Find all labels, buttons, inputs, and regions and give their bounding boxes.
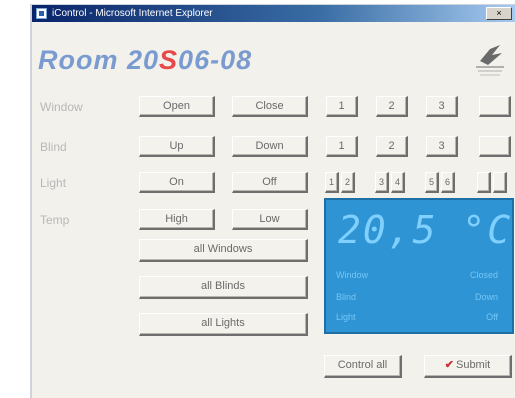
blind-down-button[interactable]: Down	[232, 136, 308, 157]
title-bar: iControl - Microsoft Internet Explorer ×	[32, 5, 515, 22]
blind-slot-4-button[interactable]	[479, 136, 511, 157]
light-on-button[interactable]: On	[139, 172, 215, 193]
blind-row-label: Blind	[40, 140, 67, 154]
light-slot-5-button[interactable]: 5	[425, 172, 439, 193]
all-blinds-button[interactable]: all Blinds	[139, 276, 308, 299]
temperature-readout: 20,5 °C	[338, 208, 513, 252]
display-light-label: Light	[336, 312, 356, 322]
display-blind-label: Blind	[336, 292, 357, 302]
window-row-label: Window	[40, 100, 83, 114]
status-display: 20,5 °C Window Closed Blind Down Light O…	[324, 198, 514, 334]
room-title-suffix: 06-08	[178, 45, 253, 75]
light-slot-1-button[interactable]: 1	[325, 172, 339, 193]
light-slot-3-button[interactable]: 3	[375, 172, 389, 193]
check-icon: ✔	[444, 359, 454, 371]
display-window-label: Window	[336, 270, 369, 280]
light-slot-6-button[interactable]: 6	[441, 172, 455, 193]
temp-row-label: Temp	[40, 213, 70, 227]
blind-slot-1-button[interactable]: 1	[326, 136, 358, 157]
submit-button[interactable]: ✔ Submit	[424, 355, 512, 378]
light-slot-4-button[interactable]: 4	[391, 172, 405, 193]
window-open-button[interactable]: Open	[139, 96, 215, 117]
light-slot-8-button[interactable]	[493, 172, 507, 193]
logo-icon	[476, 45, 504, 76]
page-title: Room 20S06-08	[38, 45, 252, 76]
display-light-value: Off	[486, 312, 498, 322]
window-close-button[interactable]: Close	[232, 96, 308, 117]
control-all-button[interactable]: Control all	[324, 355, 402, 378]
app-icon	[36, 8, 47, 19]
temp-high-button[interactable]: High	[139, 209, 215, 230]
blind-slot-2-button[interactable]: 2	[376, 136, 408, 157]
light-row-label: Light	[40, 176, 67, 190]
window-title: iControl - Microsoft Internet Explorer	[52, 8, 213, 19]
window-slot-3-button[interactable]: 3	[426, 96, 458, 117]
light-slot-7-button[interactable]	[477, 172, 491, 193]
room-title-accent: S	[159, 45, 179, 75]
all-windows-button[interactable]: all Windows	[139, 239, 308, 262]
display-window-value: Closed	[469, 270, 498, 280]
light-slot-2-button[interactable]: 2	[341, 172, 355, 193]
display-blind-value: Down	[474, 292, 498, 302]
all-lights-button[interactable]: all Lights	[139, 313, 308, 336]
window-slot-1-button[interactable]: 1	[326, 96, 358, 117]
window-slot-4-button[interactable]	[479, 96, 511, 117]
close-icon[interactable]: ×	[486, 7, 512, 20]
blind-slot-3-button[interactable]: 3	[426, 136, 458, 157]
room-title-prefix: Room 20	[38, 45, 160, 75]
browser-window: iControl - Microsoft Internet Explorer ×…	[30, 4, 515, 398]
submit-label: Submit	[455, 359, 491, 371]
blind-up-button[interactable]: Up	[139, 136, 215, 157]
window-slot-2-button[interactable]: 2	[376, 96, 408, 117]
temp-low-button[interactable]: Low	[232, 209, 308, 230]
light-off-button[interactable]: Off	[232, 172, 308, 193]
